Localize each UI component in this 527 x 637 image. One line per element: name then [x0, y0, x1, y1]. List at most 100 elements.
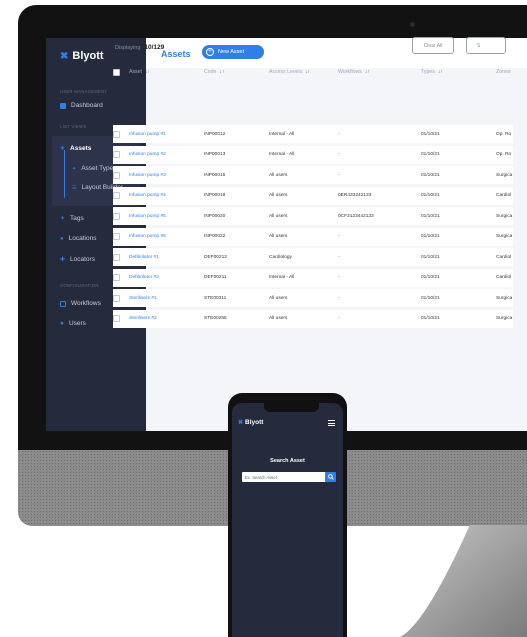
- zone: Cardiol: [496, 254, 512, 260]
- type-date: 01/10/21: [421, 275, 440, 280]
- row-checkbox[interactable]: [113, 192, 120, 199]
- section-configuration: CONFIGURATION: [60, 283, 99, 288]
- sidebar-item-locations[interactable]: ● Locations ◂: [60, 235, 133, 242]
- brand-logo[interactable]: ✖ Blyott: [60, 50, 104, 62]
- access-level: All users: [269, 316, 288, 321]
- sort-icon: ↓↑: [437, 69, 443, 75]
- locations-icon: ●: [60, 235, 64, 242]
- table-row[interactable]: Sterilisers #2 STE00255 All users - 01/10/21…: [113, 309, 513, 328]
- sidebar-item-locators[interactable]: ✚ Locators ◂: [60, 256, 133, 263]
- sidebar-item-label: Assets: [70, 145, 92, 152]
- asset-name[interactable]: Infusion pump #5: [129, 207, 166, 225]
- workflow: -: [338, 316, 340, 321]
- col-asset[interactable]: Asset ↓↑: [129, 62, 150, 82]
- workflows-icon: [60, 300, 66, 307]
- asset-name[interactable]: Defibrilator #1: [129, 248, 159, 266]
- sort-icon: ↓↑: [364, 69, 370, 75]
- phone-search-input[interactable]: Ex. Search Asset: [242, 472, 335, 482]
- table-row[interactable]: Infusion pump #4 INP00018 All users 0ER4332…: [113, 186, 513, 205]
- type-date: 01/10/21: [421, 172, 440, 178]
- sidebar-item-assets[interactable]: ✦ Assets ▾: [60, 145, 133, 152]
- clear-all-button[interactable]: Clear All: [412, 37, 454, 54]
- access-level: All users: [269, 193, 288, 198]
- asset-name[interactable]: Defibrilator #2: [129, 269, 159, 287]
- sidebar-item-tags[interactable]: ✦ Tags ◂: [60, 215, 133, 222]
- type-date: 01/10/21: [421, 254, 440, 260]
- access-level: All users: [269, 213, 288, 219]
- col-access-levels[interactable]: Access Levels ↓↑: [269, 62, 310, 82]
- hamburger-menu-icon[interactable]: [328, 420, 335, 428]
- row-checkbox[interactable]: [113, 233, 120, 240]
- sidebar-item-label: Dashboard: [71, 102, 103, 109]
- asset-code: STE00311: [204, 295, 227, 301]
- row-checkbox[interactable]: [113, 171, 120, 179]
- phone-search-title: Search Asset: [270, 458, 305, 464]
- submenu-line: [64, 150, 65, 198]
- asset-name[interactable]: Sterilisers #2: [129, 310, 157, 328]
- tags-icon: ✦: [60, 216, 66, 222]
- col-zones[interactable]: Zones: [496, 62, 510, 82]
- asset-code: INP00013: [204, 152, 226, 157]
- user-icon: ●: [60, 320, 64, 327]
- workflow: -: [338, 234, 340, 239]
- dashboard-icon: [60, 102, 66, 109]
- table-row[interactable]: Infusion pump #2 INP00013 Internal - All - 0…: [113, 145, 513, 164]
- asset-code: DEF00213: [204, 254, 227, 260]
- row-checkbox[interactable]: [113, 151, 120, 158]
- access-level: Cardiology: [269, 254, 292, 260]
- table-row[interactable]: Sterilisers #1 STE00311 All users - 01/10/21…: [113, 289, 513, 307]
- col-workflows[interactable]: Workflows ↓↑: [338, 62, 370, 82]
- workflow: -: [338, 131, 340, 137]
- row-checkbox[interactable]: [113, 294, 120, 302]
- sidebar-item-label: Locators: [70, 256, 95, 263]
- access-level: All users: [269, 172, 288, 178]
- row-checkbox[interactable]: [113, 253, 120, 261]
- search-icon[interactable]: [325, 472, 336, 482]
- locators-icon: ✚: [60, 257, 66, 263]
- sidebar-item-workflows[interactable]: Workflows: [60, 300, 101, 307]
- displaying-count: Displaying 10/129: [115, 44, 164, 51]
- table-row[interactable]: Infusion pump #3 INP00015 All users - 01/10/…: [113, 166, 513, 184]
- asset-code: INP00012: [204, 131, 226, 137]
- table-row[interactable]: Infusion pump #6 INP00022 All users - 01/10/…: [113, 227, 513, 246]
- zone: Surgica: [496, 295, 513, 301]
- secondary-button[interactable]: S: [466, 37, 506, 54]
- row-checkbox[interactable]: [113, 130, 120, 138]
- sidebar-item-users[interactable]: ● Users ◂: [60, 320, 133, 327]
- zone: Surgica: [496, 234, 513, 239]
- type-date: 01/10/21: [421, 295, 440, 301]
- sidebar-item-asset-types[interactable]: ✦ Asset Types: [72, 165, 117, 172]
- row-checkbox[interactable]: [113, 274, 120, 281]
- monitor-stand: [400, 525, 527, 637]
- row-checkbox[interactable]: [113, 315, 120, 322]
- table-row[interactable]: Infusion pump #5 INP00020 All users 0CF3123…: [113, 207, 513, 225]
- asset-name[interactable]: Infusion pump #1: [129, 125, 166, 143]
- col-code[interactable]: Code ↓↑: [204, 62, 224, 82]
- new-asset-button[interactable]: + New Asset: [202, 45, 264, 59]
- workflow: -: [338, 295, 340, 301]
- col-types[interactable]: Types ↓↑: [421, 62, 443, 82]
- phone-screen: ✖ Blyott Search Asset Ex. Search Asset: [232, 403, 343, 637]
- access-level: Internal - All: [269, 152, 295, 157]
- asset-name[interactable]: Infusion pump #4: [129, 187, 166, 205]
- asset-types-icon: ✦: [72, 165, 77, 172]
- layout-builder-icon: ☰: [72, 184, 77, 191]
- sort-icon: ↓↑: [219, 69, 225, 75]
- asset-name[interactable]: Sterilisers #1: [129, 289, 157, 307]
- type-date: 01/10/21: [421, 213, 440, 219]
- sort-icon: ↓↑: [305, 69, 311, 75]
- phone-brand-logo: ✖ Blyott: [238, 419, 263, 426]
- table-row[interactable]: Defibrilator #1 DEF00213 Cardiology - 01/10/…: [113, 248, 513, 266]
- table-row[interactable]: Infusion pump #1 INP00012 Internal - All - 0…: [113, 125, 513, 143]
- table-row[interactable]: Defibrilator #2 DEF00211 Internal - All - 01…: [113, 268, 513, 287]
- asset-name[interactable]: Infusion pump #2: [129, 146, 166, 164]
- asset-name[interactable]: Infusion pump #6: [129, 228, 166, 246]
- asset-name[interactable]: Infusion pump #3: [129, 166, 166, 184]
- zone: Surgica: [496, 172, 513, 178]
- type-date: 01/10/21: [421, 316, 440, 321]
- row-checkbox[interactable]: [113, 212, 120, 220]
- select-all-checkbox[interactable]: [113, 68, 120, 76]
- sidebar-item-dashboard[interactable]: Dashboard: [60, 102, 103, 109]
- brand-icon: ✖: [60, 50, 69, 62]
- new-asset-label: New Asset: [218, 49, 244, 55]
